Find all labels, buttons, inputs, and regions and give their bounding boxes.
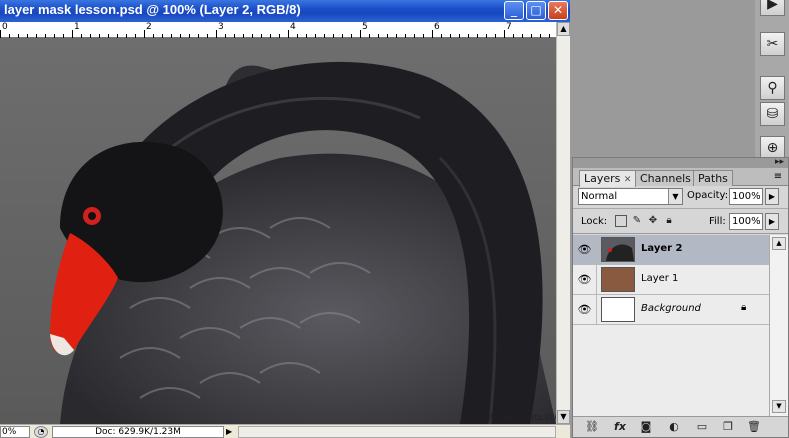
scroll-up-icon[interactable]: ▲ xyxy=(772,237,786,250)
tools-icon[interactable]: ✂ xyxy=(760,32,785,56)
layer-thumbnail xyxy=(601,267,635,292)
panel-menu-icon[interactable]: ≡ xyxy=(770,171,786,183)
eye-icon[interactable]: 👁︎ xyxy=(573,235,597,264)
zoom-level-field[interactable]: 0% xyxy=(0,426,30,438)
lock-icon: 🔒︎ xyxy=(741,302,747,313)
brush-presets-icon[interactable]: ⚲ xyxy=(760,76,785,100)
lock-transparency-icon[interactable] xyxy=(615,215,627,227)
chevron-down-icon[interactable]: ▼ xyxy=(668,189,682,204)
layer-name[interactable]: Layer 2 xyxy=(641,243,682,254)
lock-move-icon[interactable]: ✥ xyxy=(647,215,659,227)
maximize-button[interactable]: □ xyxy=(526,1,546,20)
adjustment-icon[interactable]: ◐ xyxy=(665,420,683,434)
tab-paths[interactable]: Paths xyxy=(693,170,733,186)
lock-brush-icon[interactable]: ✎ xyxy=(631,215,643,227)
black-swan-image: ©Richard Bartz 2005 xyxy=(0,38,556,424)
tab-label: Paths xyxy=(698,172,728,185)
layer-row-layer-1[interactable]: 👁︎ Layer 1 xyxy=(573,265,769,295)
trash-icon[interactable]: 🗑︎ xyxy=(745,420,763,434)
layer-thumbnail xyxy=(601,297,635,322)
panel-tabs: Layers ✕ Channels Paths ≡ xyxy=(573,168,788,187)
lock-all-icon[interactable]: 🔒︎ xyxy=(663,215,675,227)
close-button[interactable]: ✕ xyxy=(548,1,568,20)
layer-thumbnail xyxy=(601,237,635,262)
layer-list-scrollbar[interactable]: ▲ ▼ xyxy=(769,235,788,416)
layer-row-background[interactable]: 👁︎ Background 🔒︎ xyxy=(573,295,769,325)
blend-mode-select[interactable]: Normal ▼ xyxy=(578,188,683,205)
horizontal-scrollbar[interactable] xyxy=(238,426,556,438)
play-icon[interactable]: ▶ xyxy=(760,0,785,16)
status-menu-icon[interactable]: ◔ xyxy=(34,426,48,438)
fx-icon[interactable]: fx xyxy=(611,420,629,434)
collapse-icon[interactable]: ▸▸ xyxy=(775,157,784,167)
eye-icon[interactable]: 👁︎ xyxy=(573,295,597,324)
minimize-button[interactable]: _ xyxy=(504,1,524,20)
swan-thumbnail xyxy=(602,238,634,261)
layer-list: 👁︎ Layer 2 👁︎ Layer 1 👁︎ Background 🔒︎ xyxy=(573,235,769,416)
status-arrow-icon[interactable]: ▶ xyxy=(226,426,236,438)
blend-mode-value: Normal xyxy=(581,191,618,202)
ruler-ticks xyxy=(0,30,550,38)
document-window: layer mask lesson.psd @ 100% (Layer 2, R… xyxy=(0,0,570,438)
horizontal-ruler[interactable]: 0 1 2 3 4 5 6 7 xyxy=(0,22,556,38)
fill-slider-button[interactable]: ▶ xyxy=(765,213,779,230)
layer-name[interactable]: Layer 1 xyxy=(641,273,678,284)
mask-icon[interactable]: ◙ xyxy=(637,420,655,434)
scroll-up-icon[interactable]: ▲ xyxy=(557,22,570,36)
lock-row: Lock: ✎ ✥ 🔒︎ Fill: 100% ▶ xyxy=(573,208,788,234)
scroll-down-icon[interactable]: ▼ xyxy=(772,400,786,413)
opacity-slider-button[interactable]: ▶ xyxy=(765,188,779,205)
title-bar[interactable]: layer mask lesson.psd @ 100% (Layer 2, R… xyxy=(0,0,570,22)
tab-label: Channels xyxy=(640,172,691,185)
image-canvas[interactable]: ©Richard Bartz 2005 xyxy=(0,38,556,424)
layer-row-layer-2[interactable]: 👁︎ Layer 2 xyxy=(573,235,769,265)
fill-field[interactable]: 100% xyxy=(729,213,763,230)
vertical-scrollbar[interactable] xyxy=(556,22,570,424)
layers-footer: ⛓ fx ◙ ◐ ▭ ❐ 🗑︎ xyxy=(573,416,788,437)
layers-panel: ▸▸ Layers ✕ Channels Paths ≡ Normal ▼ Op… xyxy=(572,157,789,438)
lock-label: Lock: xyxy=(581,216,608,227)
fill-label: Fill: xyxy=(709,216,726,227)
tab-label: Layers xyxy=(584,172,621,185)
status-bar: 0% ◔ Doc: 629.9K/1.23M ▶ xyxy=(0,424,570,438)
new-layer-icon[interactable]: ❐ xyxy=(719,420,737,434)
link-icon[interactable]: ⛓ xyxy=(583,420,601,434)
opacity-field[interactable]: 100% xyxy=(729,188,763,205)
close-icon[interactable]: ✕ xyxy=(624,175,632,185)
tab-channels[interactable]: Channels xyxy=(635,170,696,186)
document-title: layer mask lesson.psd @ 100% (Layer 2, R… xyxy=(4,2,301,17)
panel-header[interactable]: ▸▸ xyxy=(573,157,788,168)
scroll-down-icon[interactable]: ▼ xyxy=(557,410,570,424)
opacity-label: Opacity: xyxy=(687,190,729,201)
document-size-info: Doc: 629.9K/1.23M xyxy=(52,426,224,438)
eye-icon[interactable]: 👁︎ xyxy=(573,265,597,294)
folder-icon[interactable]: ▭ xyxy=(693,420,711,434)
stamp-icon[interactable]: ⛁ xyxy=(760,102,785,126)
tab-layers[interactable]: Layers ✕ xyxy=(579,170,637,187)
watermark-text: ©Richard Bartz 2005 xyxy=(480,413,556,422)
layer-name[interactable]: Background xyxy=(641,303,701,314)
